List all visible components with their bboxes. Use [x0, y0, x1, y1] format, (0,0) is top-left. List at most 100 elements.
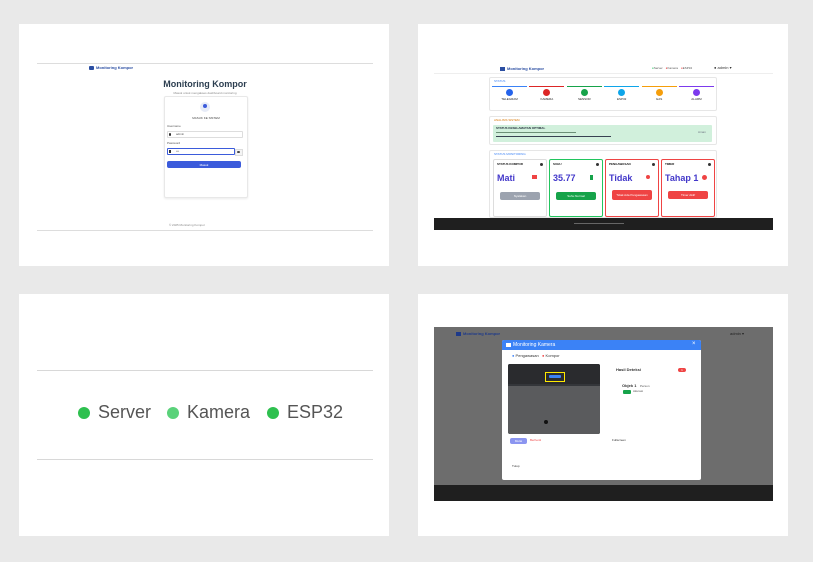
object-label: Objek 1 — [622, 383, 637, 388]
tile-value: 35.77 — [553, 173, 576, 183]
camera-modal-panel: Monitoring Kompor admin ▾ Monitoring Kam… — [418, 294, 788, 536]
nav-status-group: ●Server ●Kamera ●ESP32 — [652, 66, 692, 70]
results-title: Hasil Deteksi — [616, 367, 641, 372]
navbar-brand[interactable]: Monitoring Kompor — [500, 66, 544, 71]
status-card-camera[interactable]: KAMERA — [529, 86, 565, 108]
monitoring-section-title: STATUS MONITORING — [494, 152, 526, 156]
status-card-row: TELEGRAM KAMERA SENSOR ESP32 GAS ALARM — [492, 86, 714, 108]
dashboard-screenshot-panel: Monitoring Kompor ●Server ●Kamera ●ESP32… — [418, 24, 788, 266]
esp32-status-label: ESP32 — [287, 402, 344, 422]
info-icon — [708, 163, 711, 166]
camera-status-dot-icon — [167, 406, 179, 419]
esp32-status-dot-icon — [267, 406, 279, 419]
login-submit-button[interactable]: Masuk — [167, 161, 241, 168]
login-section-title: MASUK KE SISTEM — [192, 116, 220, 120]
tile-temperature: SUHU 35.77 Suhu Normal — [549, 159, 603, 217]
tile-value: Mati — [497, 173, 515, 183]
login-screenshot-panel: Monitoring Kompor Monitoring Kompor Masu… — [19, 24, 389, 266]
login-footer: © 2025 Monitoring Kompor — [169, 223, 205, 227]
user-icon — [200, 102, 210, 112]
tile-action-button[interactable]: Tidak Ada Pengawasan — [612, 190, 652, 200]
tile-stove-status: STATUS KOMPOR Mati Nyalakan — [493, 159, 547, 217]
username-field[interactable]: admin — [167, 131, 243, 138]
user-icon: ● — [714, 65, 717, 70]
camera-icon — [543, 89, 551, 96]
password-field[interactable]: ••• — [167, 148, 235, 155]
tile-value: Tidak — [609, 173, 633, 183]
nav-server-status: ●Server — [652, 66, 663, 70]
tile-action-button[interactable]: Suhu Normal — [556, 192, 596, 200]
status-card-sensor[interactable]: SENSOR — [566, 86, 602, 108]
user-menu[interactable]: ● admin ▾ — [714, 65, 732, 71]
start-button[interactable]: Mulai — [510, 438, 527, 444]
camera-feed[interactable] — [508, 364, 600, 434]
navbar-divider — [37, 63, 373, 64]
video-icon — [506, 343, 511, 347]
close-button[interactable]: Tutup — [512, 464, 520, 468]
status-card-alarm[interactable]: ALARM — [678, 86, 714, 108]
status-card-gas[interactable]: GAS — [641, 86, 677, 108]
modal-header: Monitoring Kamera × — [502, 340, 701, 350]
thermometer-icon — [590, 175, 593, 180]
password-label: Password — [167, 141, 181, 145]
status-card-esp32[interactable]: ESP32 — [604, 86, 640, 108]
info-icon — [596, 163, 599, 166]
top-divider — [37, 370, 373, 371]
brand-text: Monitoring Kompor — [507, 66, 545, 71]
close-icon[interactable]: × — [692, 341, 696, 347]
toggle-visibility-button[interactable] — [235, 149, 243, 156]
chip-icon — [618, 89, 626, 96]
person-icon — [646, 175, 650, 179]
confidence-badge — [623, 390, 631, 394]
dashboard-footer — [434, 218, 773, 230]
background-user-menu: admin ▾ — [730, 331, 745, 336]
analysis-text-line — [496, 136, 611, 137]
background-brand: Monitoring Kompor — [456, 331, 500, 336]
camera-modal: Monitoring Kamera × ● Pengawasan ● Kompo… — [502, 340, 701, 480]
status-card-telegram[interactable]: TELEGRAM — [492, 86, 527, 108]
confidence-label: Akurasi — [633, 389, 644, 393]
analysis-badge: Aman — [698, 130, 706, 134]
dashboard-navbar: Monitoring Kompor ●Server ●Kamera ●ESP32… — [434, 64, 773, 74]
background-footer — [434, 485, 773, 501]
esp32-status: ESP32 — [267, 402, 343, 423]
lock-icon — [169, 150, 171, 153]
camera-status: Kamera — [167, 402, 250, 423]
detection-box — [545, 372, 565, 382]
info-icon — [540, 163, 543, 166]
gas-icon — [655, 89, 663, 96]
results-count-badge: 1 — [678, 368, 686, 372]
footer-text-line — [574, 223, 624, 224]
flame-icon — [89, 65, 94, 70]
page-subtitle: Masuk untuk mengakses dashboard monitori… — [173, 91, 237, 95]
footer-divider — [37, 230, 373, 231]
tile-action-button[interactable]: Timer Aktif — [668, 191, 708, 199]
analysis-section: ANALISIS SISTEM STATUS KESELAMATAN OPTIM… — [489, 116, 717, 145]
people-icon: ● — [512, 353, 515, 358]
flame-icon: ● — [542, 353, 545, 358]
status-section-title: STATUS — [494, 79, 506, 83]
tile-action-button[interactable]: Nyalakan — [500, 192, 540, 200]
telegram-icon — [506, 89, 513, 96]
object-class: Person — [640, 384, 650, 388]
username-value: admin — [176, 132, 185, 136]
page-title: Monitoring Kompor — [163, 79, 247, 89]
info-icon — [652, 163, 655, 166]
analysis-text-line — [496, 132, 576, 133]
username-label: Username — [167, 124, 181, 128]
tile-value: Tahap 1 — [665, 173, 699, 183]
fullscreen-button[interactable]: Fullscreen — [612, 438, 626, 442]
stop-button[interactable]: Berhenti — [530, 438, 541, 442]
server-status-label: Server — [98, 402, 152, 422]
bell-icon — [692, 89, 700, 96]
tab-stove[interactable]: ● Kompor — [542, 353, 560, 359]
tab-supervision[interactable]: ● Pengawasan — [512, 353, 539, 359]
password-value: ••• — [176, 149, 180, 153]
server-status: Server — [78, 402, 151, 423]
status-indicators-panel: Server Kamera ESP32 — [19, 294, 389, 536]
eye-icon — [237, 151, 240, 153]
sensor-icon — [580, 89, 588, 96]
modal-title: Monitoring Kamera — [513, 342, 556, 348]
navbar-brand[interactable]: Monitoring Kompor — [89, 65, 133, 70]
nav-camera-status: ●Kamera — [665, 66, 678, 70]
